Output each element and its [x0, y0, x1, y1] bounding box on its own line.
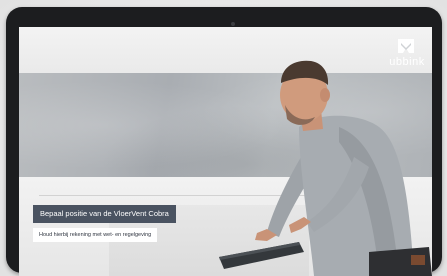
worker-figure	[219, 60, 432, 276]
brand-logo: ubbink	[387, 39, 427, 75]
camera-icon	[231, 22, 235, 26]
video-caption-title: Bepaal positie van de VloerVent Cobra	[33, 205, 176, 223]
brand-logo-text: ubbink	[389, 56, 425, 68]
ubbink-logo-icon	[398, 39, 414, 53]
video-caption-subtitle: Houd hierbij rekening met wet- en regelg…	[33, 228, 158, 242]
page-background: ubbink Bepaal positie van de VloerVent C…	[0, 0, 447, 276]
video-screen[interactable]: ubbink Bepaal positie van de VloerVent C…	[19, 27, 432, 276]
